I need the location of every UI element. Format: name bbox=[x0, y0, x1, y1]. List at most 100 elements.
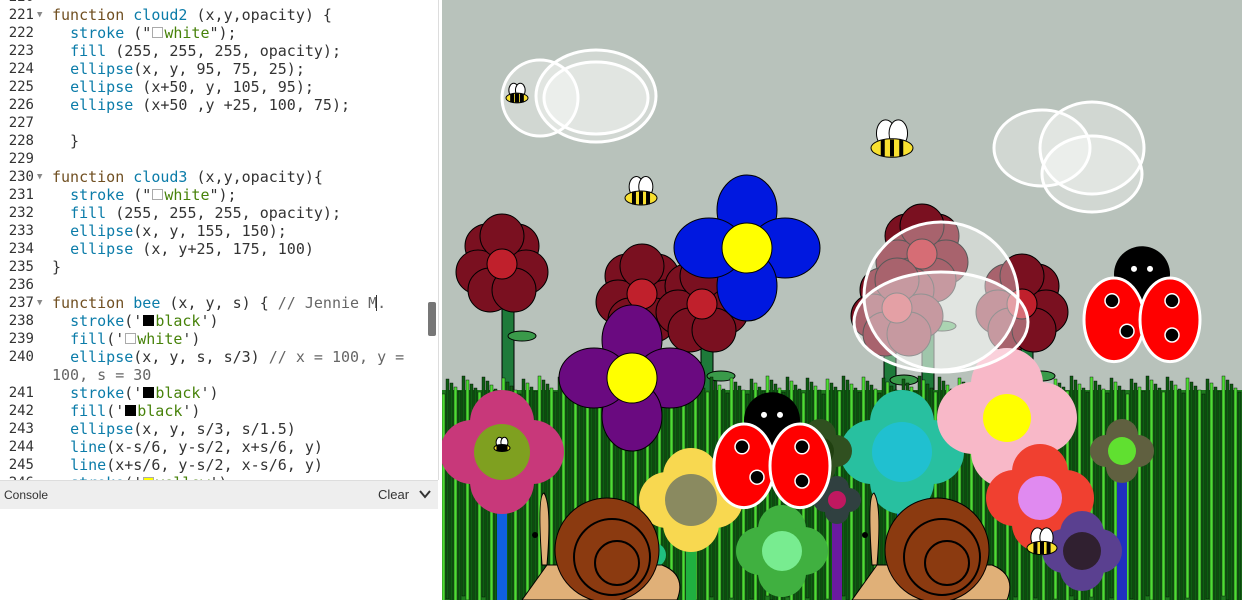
code-line[interactable]: ellipse(x, y, s, s/3) // x = 100, y = 10… bbox=[52, 348, 412, 384]
console-label: Console bbox=[4, 488, 49, 502]
code-line[interactable]: } bbox=[52, 132, 79, 150]
line-number: 241 bbox=[8, 385, 34, 401]
fold-arrow-icon[interactable]: ▼ bbox=[37, 168, 42, 186]
bee-stripe bbox=[510, 93, 515, 103]
grass-blade bbox=[1157, 387, 1162, 600]
fold-arrow-icon[interactable]: ▼ bbox=[37, 6, 42, 24]
console-header: Console Clear bbox=[0, 480, 438, 510]
grass-blade bbox=[453, 386, 458, 600]
function-args: (x,y,opacity){ bbox=[196, 168, 323, 186]
call-args: (255, 255, 255, opacity); bbox=[106, 204, 341, 222]
code-line[interactable]: fill(' black') bbox=[52, 402, 200, 420]
code-line[interactable]: stroke(' black') bbox=[52, 384, 218, 402]
editor-scrollbar[interactable] bbox=[428, 302, 436, 336]
grass-blade bbox=[1141, 390, 1146, 600]
text-cursor bbox=[376, 295, 377, 311]
code-line[interactable]: stroke(' black') bbox=[52, 312, 219, 330]
bee-stripe bbox=[503, 444, 508, 452]
code-line[interactable]: ellipse (x, y+25, 175, 100) bbox=[52, 240, 314, 258]
function-call: ellipse bbox=[70, 348, 134, 366]
ladybug-eye bbox=[1131, 265, 1137, 272]
function-args: (x,y,opacity) { bbox=[196, 6, 332, 24]
punct: "); bbox=[209, 186, 237, 204]
bee-stripe bbox=[639, 191, 643, 205]
grass-blade bbox=[861, 376, 866, 598]
grass-blade bbox=[1173, 384, 1178, 600]
color-swatch-icon bbox=[152, 189, 164, 200]
function-call: ellipse bbox=[70, 240, 134, 258]
code-line[interactable]: fill (255, 255, 255, opacity); bbox=[52, 204, 341, 222]
flower-stem bbox=[497, 500, 507, 600]
code-line[interactable]: ellipse (x+50, y, 105, 95); bbox=[52, 78, 314, 96]
flower-stem bbox=[1117, 470, 1127, 600]
flower-center bbox=[872, 422, 932, 482]
grass-blade bbox=[1129, 378, 1134, 600]
snail-shell bbox=[554, 497, 660, 600]
bee-stripe bbox=[519, 93, 524, 103]
code-line[interactable]: fill(' white') bbox=[52, 330, 200, 348]
flower-center bbox=[1108, 437, 1136, 465]
grass-blade bbox=[1185, 377, 1190, 599]
punct: ') bbox=[200, 312, 219, 330]
bee-stripe bbox=[1033, 542, 1038, 554]
flower-center bbox=[762, 531, 802, 571]
ladybug-spot bbox=[1164, 327, 1180, 343]
call-args: (x, y+25, 175, 100) bbox=[133, 240, 314, 258]
line-number: 245 bbox=[8, 457, 34, 473]
flower-center bbox=[1018, 476, 1062, 520]
function-call: fill bbox=[70, 330, 107, 348]
ladybug-spot bbox=[734, 439, 750, 455]
code-editor[interactable]: 220221▼222223224225226227228229230▼23123… bbox=[0, 0, 439, 480]
grass-blade bbox=[1201, 393, 1206, 600]
code-line[interactable]: function cloud3 (x,y,opacity){ bbox=[52, 168, 323, 186]
grass-blade bbox=[1205, 378, 1210, 600]
line-number: 231 bbox=[8, 187, 34, 203]
grass-blade bbox=[1137, 386, 1142, 600]
chevron-down-icon[interactable] bbox=[418, 487, 432, 501]
code-line[interactable]: ellipse(x, y, 155, 150); bbox=[52, 222, 287, 240]
code-line[interactable]: ellipse(x, y, s/3, s/1.5) bbox=[52, 420, 296, 438]
ladybug-eye bbox=[1147, 265, 1153, 272]
clear-console-button[interactable]: Clear bbox=[378, 487, 409, 502]
function-call: ellipse bbox=[70, 222, 134, 240]
function-call: fill bbox=[70, 42, 107, 60]
code-line[interactable]: line(x-s/6, y-s/2, x+s/6, y) bbox=[52, 438, 323, 456]
snail-shell bbox=[884, 497, 990, 600]
bee-stripe bbox=[880, 139, 885, 157]
bee-stripe bbox=[1040, 542, 1044, 554]
keyword: function bbox=[52, 294, 125, 312]
code-line[interactable]: stroke (" white"); bbox=[52, 24, 237, 42]
function-call: ellipse bbox=[70, 60, 134, 78]
comment: // Jennie M. bbox=[268, 294, 387, 312]
code-line[interactable]: stroke (" white"); bbox=[52, 186, 237, 204]
code-line[interactable]: ellipse (x+50 ,y +25, 100, 75); bbox=[52, 96, 350, 114]
ladybug-wing bbox=[712, 422, 776, 510]
code-line[interactable]: ellipse(x, y, 95, 75, 25); bbox=[52, 60, 305, 78]
code-line[interactable]: line(x+s/6, y-s/2, x-s/6, y) bbox=[52, 456, 323, 474]
rose-center bbox=[486, 248, 518, 280]
grass-blade bbox=[445, 378, 450, 600]
code-line[interactable]: function bee (x, y, s) { // Jennie M. bbox=[52, 294, 386, 312]
call-args: (255, 255, 255, opacity); bbox=[106, 42, 341, 60]
snail-eye bbox=[862, 532, 868, 538]
function-call: ellipse bbox=[70, 96, 134, 114]
code-line[interactable]: function cloud2 (x,y,opacity) { bbox=[52, 6, 332, 24]
line-number: 221 bbox=[8, 7, 34, 23]
bee-stripe bbox=[500, 444, 504, 452]
call-args: (x+50 ,y +25, 100, 75); bbox=[133, 96, 351, 114]
ladybug-spot bbox=[794, 473, 810, 489]
code-line[interactable]: } bbox=[52, 258, 61, 276]
bee-stripe bbox=[515, 93, 519, 103]
punct: (" bbox=[124, 24, 152, 42]
fold-arrow-icon[interactable]: ▼ bbox=[37, 294, 42, 312]
cloud-puff bbox=[852, 270, 1030, 374]
code-line[interactable]: fill (255, 255, 255, opacity); bbox=[52, 42, 341, 60]
ladybug-wing bbox=[1082, 276, 1146, 364]
rose-center bbox=[626, 278, 658, 310]
line-number-gutter: 220221▼222223224225226227228229230▼23123… bbox=[0, 0, 48, 480]
grass-blade bbox=[1181, 392, 1186, 600]
string-literal: white bbox=[164, 186, 210, 204]
color-swatch-icon bbox=[152, 27, 164, 38]
flower-center bbox=[1063, 532, 1101, 570]
sketch-canvas[interactable] bbox=[442, 0, 1242, 600]
